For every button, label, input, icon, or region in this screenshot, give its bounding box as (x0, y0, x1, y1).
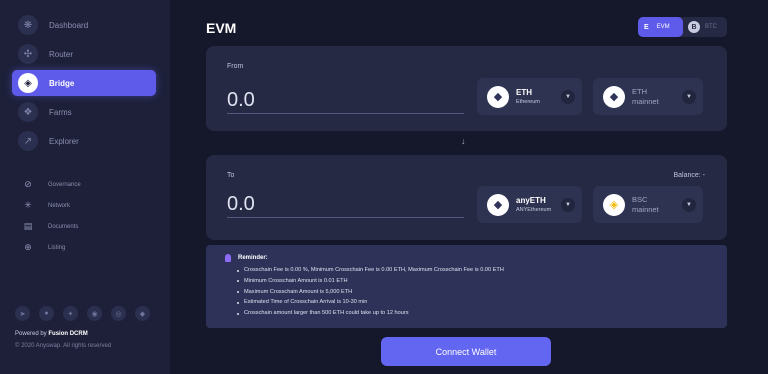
nav-item-farms[interactable]: ❖ Farms (12, 99, 156, 125)
nav-label: Explorer (49, 136, 79, 146)
chain-toggle: E EVM B BTC (638, 17, 727, 37)
chevron-down-icon: ▼ (682, 197, 696, 212)
evm-icon: E (644, 23, 649, 31)
reminder-list: Crosschain Fee is 0.00 %, Minimum Crossc… (237, 265, 504, 319)
chevron-down-icon: ▼ (561, 89, 575, 104)
to-panel: To Balance: - 0.0 ◆ anyETH ANYEthereum ▼… (206, 155, 727, 240)
to-amount-input[interactable]: 0.0 (227, 192, 464, 218)
network-type: mainnet (632, 204, 659, 214)
btc-label: BTC (705, 24, 717, 30)
secondary-nav: ⊘ Governance ✳ Network ▤ Documents ⊕ Lis… (22, 174, 152, 258)
token-symbol: ETH (516, 88, 532, 97)
list-item: Crosschain Fee is 0.00 %, Minimum Crossc… (237, 265, 504, 276)
bsc-icon: ◈ (603, 193, 625, 216)
nav-item-dashboard[interactable]: ❋ Dashboard (12, 12, 156, 38)
nav-item-router[interactable]: ✣ Router (12, 41, 156, 67)
network-name: BSC (632, 194, 648, 204)
powered-prefix: Powered by (15, 331, 49, 337)
governance-icon: ⊘ (24, 179, 32, 189)
balance-text: Balance: - (673, 172, 705, 179)
copyright: © 2020 Anyswap. All rights reserved (15, 343, 112, 349)
powered-by: Powered by Fusion DCRM (15, 331, 88, 337)
btc-toggle-button[interactable]: B BTC (688, 21, 717, 33)
nav-item-explorer[interactable]: ↗ Explorer (12, 128, 156, 154)
chevron-down-icon: ▼ (682, 89, 696, 104)
lightbulb-icon (225, 254, 231, 262)
list-item: Crosschain amount larger than 500 ETH co… (237, 308, 504, 319)
sidebar: ❋ Dashboard ✣ Router ◈ Bridge ❖ Farms ↗ … (0, 0, 170, 374)
evm-toggle-button[interactable]: E EVM (638, 17, 683, 37)
list-item: Estimated Time of Crosschain Arrival is … (237, 297, 504, 308)
twitter-icon[interactable]: ✦ (63, 306, 78, 321)
evm-label: EVM (656, 24, 670, 30)
listing-icon: ⊕ (24, 242, 32, 252)
nav-item-governance[interactable]: ⊘ Governance (22, 174, 152, 195)
to-label: To (227, 172, 235, 179)
nav-item-documents[interactable]: ▤ Documents (22, 216, 152, 237)
farms-icon: ❖ (18, 102, 38, 122)
list-item: Minimum Crosschain Amount is 0.01 ETH (237, 276, 504, 287)
ethereum-icon: ◆ (487, 85, 509, 108)
reminder-title: Reminder: (218, 254, 268, 262)
arrow-down-icon[interactable]: ↓ (461, 136, 466, 146)
documents-icon: ▤ (23, 221, 33, 231)
to-network-select[interactable]: ◈ BSC mainnet ▼ (593, 186, 703, 223)
nav-item-bridge[interactable]: ◈ Bridge (12, 70, 156, 96)
reminder-heading: Reminder: (238, 255, 268, 261)
from-panel: From 0.0 ◆ ETH Ethereum ▼ ◆ ETH mainnet … (206, 46, 727, 131)
reminder-box: Reminder: Crosschain Fee is 0.00 %, Mini… (206, 245, 727, 328)
nav-label: Network (48, 202, 71, 209)
from-token-select[interactable]: ◆ ETH Ethereum ▼ (477, 78, 582, 115)
reddit-icon[interactable]: ◎ (111, 306, 126, 321)
ethereum-icon: ◆ (487, 193, 509, 216)
to-token-select[interactable]: ◆ anyETH ANYEthereum ▼ (477, 186, 582, 223)
dashboard-icon: ❋ (18, 15, 38, 35)
router-icon: ✣ (18, 44, 38, 64)
explorer-icon: ↗ (18, 131, 38, 151)
github-icon[interactable]: ◉ (87, 306, 102, 321)
nav-label: Router (49, 49, 74, 59)
token-name: ANYEthereum (516, 207, 552, 213)
nav-label: Farms (49, 107, 72, 117)
btc-icon: B (688, 21, 700, 33)
ethereum-icon: ◆ (603, 85, 625, 108)
telegram-icon[interactable]: ➤ (15, 306, 30, 321)
nav-item-listing[interactable]: ⊕ Listing (22, 237, 152, 258)
from-network-select[interactable]: ◆ ETH mainnet ▼ (593, 78, 703, 115)
coinmarketcap-icon[interactable]: ◆ (135, 306, 150, 321)
network-icon: ✳ (24, 200, 32, 210)
nav-label: Bridge (49, 78, 75, 88)
bridge-icon: ◈ (18, 73, 38, 93)
from-amount-input[interactable]: 0.0 (227, 88, 464, 114)
nav-label: Dashboard (49, 20, 89, 30)
token-name: Ethereum (516, 99, 540, 105)
nav-item-network[interactable]: ✳ Network (22, 195, 152, 216)
main-nav: ❋ Dashboard ✣ Router ◈ Bridge ❖ Farms ↗ … (12, 12, 156, 157)
page-title: EVM (206, 20, 237, 36)
network-type: mainnet (632, 96, 659, 106)
powered-brand[interactable]: Fusion DCRM (48, 331, 87, 337)
nav-label: Documents (48, 223, 79, 230)
nav-label: Listing (48, 244, 66, 251)
network-name: ETH (632, 86, 647, 96)
list-item: Maximum Crosschain Amount is 5,000 ETH (237, 287, 504, 298)
token-symbol: anyETH (516, 196, 546, 205)
chevron-down-icon: ▼ (561, 197, 575, 212)
nav-label: Governance (48, 181, 81, 188)
medium-icon[interactable]: ● (39, 306, 54, 321)
social-links: ➤ ● ✦ ◉ ◎ ◆ (15, 306, 159, 321)
from-label: From (227, 63, 244, 70)
connect-wallet-button[interactable]: Connect Wallet (381, 337, 551, 366)
